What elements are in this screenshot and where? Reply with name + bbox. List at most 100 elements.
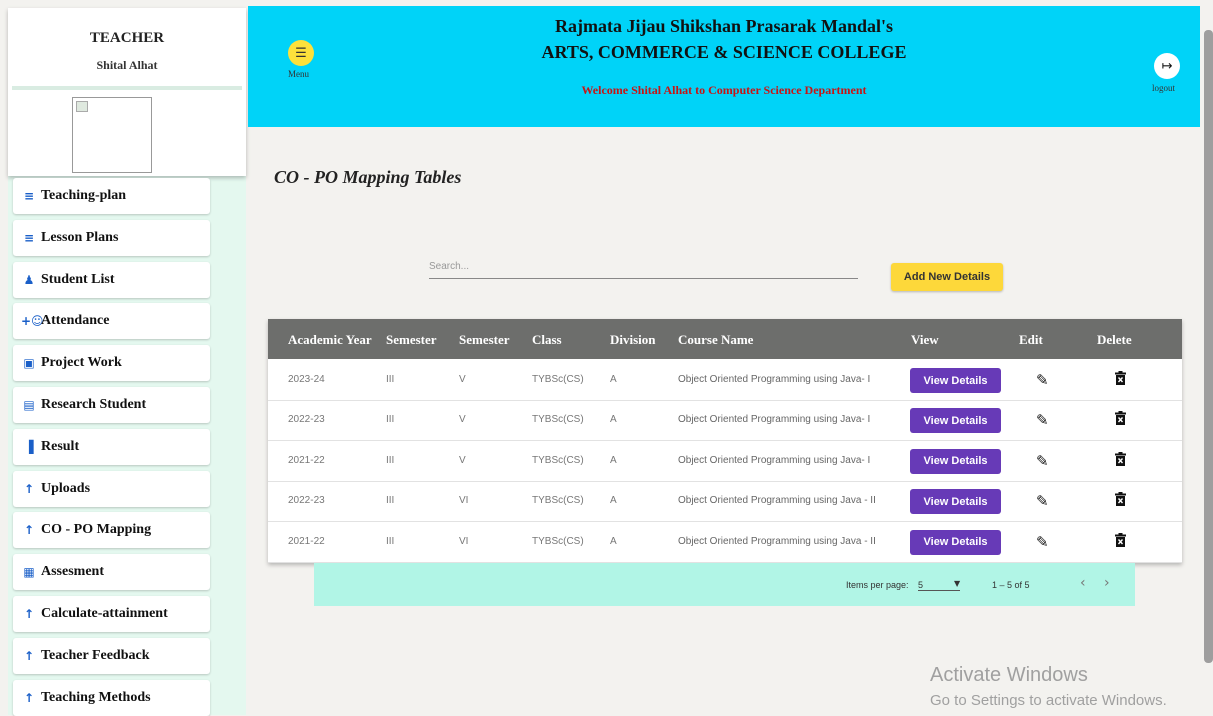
add-new-details-button[interactable]: Add New Details [891,263,1003,291]
edit-icon[interactable]: ✎ [1036,492,1049,510]
table-row: 2021-22 III VI TYBSc(CS) A Object Oriented Pr… [268,522,1182,563]
table-header: Academic Year Semester Semester Class Di… [268,319,1182,359]
edit-icon[interactable]: ✎ [1036,371,1049,389]
col-semester: Semester [386,332,437,347]
table-row: 2021-22 III V TYBSc(CS) A Object Oriented Pro… [268,441,1182,482]
archive-icon: ▤ [23,398,35,412]
col-view: View [911,332,939,347]
cell-year: 2023-24 [288,374,325,385]
sidebar-item-label: Teacher Feedback [41,647,150,663]
edit-icon[interactable]: ✎ [1036,411,1049,429]
sidebar-item-label: Attendance [41,313,110,329]
next-page-icon[interactable]: › [1104,575,1110,591]
college-title: ARTS, COMMERCE & SCIENCE COLLEGE [541,42,907,62]
upload-icon: ↑ [23,690,35,705]
search-input[interactable]: Search... [429,256,858,279]
sidebar-item-uploads[interactable]: ↑ Uploads [13,470,210,507]
sidebar-item-label: Assesment [41,564,104,580]
cell-class: TYBSc(CS) [532,535,584,547]
welcome-message: Welcome Shital Alhat to Computer Science… [581,83,867,97]
scrollbar[interactable] [1204,30,1213,663]
cell-course: Object Oriented Programming using Java- … [678,414,871,426]
sidebar-item-assesment[interactable]: ▦ Assesment [13,554,210,591]
col-academic-year: Academic Year [288,332,372,347]
cell-course: Object Oriented Programming using Java- … [678,454,871,466]
activation-watermark-title: Activate Windows [930,664,1088,686]
page-title: CO - PO Mapping Tables [274,167,462,187]
cell-year: 2021-22 [288,454,325,466]
sidebar-item-calculate-attainment[interactable]: ↑ Calculate-attainment [13,596,210,632]
sidebar-item-attendance[interactable]: +☺ Attendance [13,303,210,340]
cell-sem1: III [386,414,395,426]
sidebar-item-co-po-mapping[interactable]: ↑ CO - PO Mapping [13,512,210,549]
sidebar-item-project-work[interactable]: ▣ Project Work [13,345,210,382]
sidebar-item-teaching-plan[interactable]: ≡ Teaching-plan [13,178,210,214]
sidebar-item-result[interactable]: ▐ Result [13,428,210,465]
upload-icon: ↑ [23,648,35,663]
mapping-table: Academic Year Semester Semester Class Di… [268,319,1182,563]
paginator: Items per page: 5 ▼ 1 – 5 of 5 ‹ › [314,563,1135,606]
sidebar-item-lesson-plans[interactable]: ≡ Lesson Plans [13,219,210,256]
cell-division: A [610,414,617,426]
cell-sem1: III [386,495,395,507]
add-person-icon: +☺ [21,314,44,329]
sidebar-item-label: Teaching-plan [41,188,127,203]
edit-icon[interactable]: ✎ [1036,533,1049,551]
delete-icon[interactable] [1115,371,1126,385]
user-name: Shital Alhat [96,58,158,72]
delete-icon[interactable] [1115,492,1126,507]
sidebar-item-teaching-methods[interactable]: ↑ Teaching Methods [13,679,210,716]
sidebar-item-teacher-feedback[interactable]: ↑ Teacher Feedback [13,637,210,674]
table-row: 2022-23 III V TYBSc(CS) A Object Oriented Pro… [268,400,1182,442]
cell-sem2: VI [459,495,469,507]
page-range: 1 – 5 of 5 [992,580,1030,590]
upload-icon: ↑ [23,523,35,538]
broken-image-icon [76,101,88,112]
col-class: Class [532,332,562,347]
upload-icon: ↑ [23,607,35,621]
delete-icon[interactable] [1115,532,1126,547]
sidebar-item-label: Calculate-attainment [41,606,168,621]
cell-sem1: III [386,535,395,547]
edit-list-icon: ≡ [23,189,35,203]
edit-list-icon: ≡ [23,230,35,245]
divider [12,86,242,90]
view-details-button[interactable]: View Details [910,408,1001,434]
sidebar-item-label: Student List [41,271,115,287]
logout-label: logout [1152,83,1176,93]
col-semester-2: Semester [459,332,510,347]
sidebar-item-label: CO - PO Mapping [41,522,152,538]
cell-class: TYBSc(CS) [532,495,584,507]
cell-course: Object Oriented Programming using Java- … [678,374,871,385]
sidebar-item-label: Research Student [41,397,147,412]
student-icon: ♟ [23,272,35,287]
sidebar-item-student-list[interactable]: ♟ Student List [13,261,210,298]
cell-sem2: VI [459,535,469,547]
header: ☰ Menu Rajmata Jijau Shikshan Prasarak M… [248,6,1200,127]
cell-division: A [610,495,617,507]
delete-icon[interactable] [1115,411,1126,426]
view-details-button[interactable]: View Details [910,368,1001,393]
bar-chart-icon: ▐ [24,439,34,454]
sidebar-item-label: Uploads [41,480,91,496]
table-row: 2022-23 III VI TYBSc(CS) A Object Oriented Pr… [268,481,1182,523]
view-details-button[interactable]: View Details [910,448,1001,474]
col-delete: Delete [1097,332,1132,347]
delete-icon[interactable] [1115,451,1126,466]
previous-page-icon[interactable]: ‹ [1080,575,1086,591]
col-course-name: Course Name [678,332,754,347]
table-row: 2023-24 III V TYBSc(CS) A Object Oriented Pro… [268,360,1182,401]
view-details-button[interactable]: View Details [910,489,1001,515]
edit-icon[interactable]: ✎ [1036,452,1049,470]
sidebar-item-research-student[interactable]: ▤ Research Student [13,387,210,423]
col-division: Division [610,332,656,347]
activation-watermark-subtitle: Go to Settings to activate Windows. [930,692,1167,709]
cell-sem1: III [386,374,395,385]
cell-division: A [610,535,617,547]
profile-card: TEACHER Shital Alhat [8,8,246,176]
cell-class: TYBSc(CS) [532,374,584,385]
logout-icon: ↦ [1161,58,1173,74]
logout-button[interactable]: ↦ [1154,53,1180,79]
view-details-button[interactable]: View Details [910,529,1001,555]
cell-course: Object Oriented Programming using Java -… [678,535,876,547]
